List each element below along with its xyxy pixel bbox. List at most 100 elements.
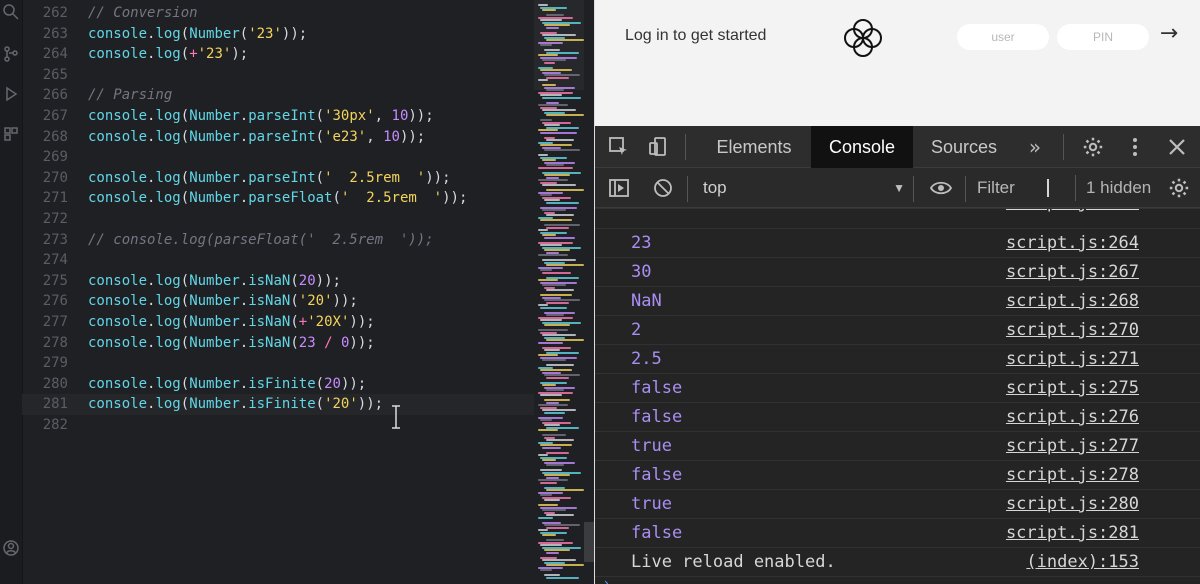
code-line[interactable]: 278 console.log(Number.isNaN(23 / 0));	[22, 333, 534, 354]
code-line[interactable]: 267 console.log(Number.parseInt('30px', 1…	[22, 106, 534, 127]
console-source-link[interactable]: script.js:263	[1006, 208, 1139, 218]
editor-scrollbar[interactable]	[584, 0, 594, 584]
console-message[interactable]: 30 script.js:267	[595, 258, 1200, 287]
code-line[interactable]: 269	[22, 147, 534, 168]
arrow-right-icon[interactable]: →	[1157, 22, 1181, 46]
minimap-line	[540, 269, 552, 271]
console-message[interactable]: false script.js:278	[595, 461, 1200, 490]
tab-elements[interactable]: Elements	[699, 126, 809, 168]
code-token: // Conversion	[88, 5, 198, 21]
console-source-link[interactable]: script.js:268	[1006, 287, 1139, 316]
eye-icon[interactable]	[929, 176, 953, 200]
code-line[interactable]: 268 console.log(Number.parseInt('e23', 10…	[22, 127, 534, 148]
tab-console[interactable]: Console	[811, 126, 913, 168]
hidden-count[interactable]: 1 hidden	[1075, 175, 1167, 201]
console-message[interactable]: false script.js:281	[595, 519, 1200, 548]
console-source-link[interactable]: script.js:277	[1006, 432, 1139, 461]
vertical-dots-icon[interactable]	[1123, 135, 1147, 159]
console-message[interactable]: 23 script.js:263	[595, 208, 1200, 229]
console-source-link[interactable]: (index):153	[1026, 548, 1139, 577]
console-message[interactable]: Live reload enabled. (index):153	[595, 548, 1200, 577]
inspect-icon[interactable]	[607, 135, 631, 159]
console-message[interactable]: true script.js:277	[595, 432, 1200, 461]
minimap-line	[538, 129, 558, 131]
code-line[interactable]: 271 console.log(Number.parseFloat(' 2.5re…	[22, 188, 534, 209]
minimap-line	[540, 19, 562, 21]
code-token: log	[155, 169, 181, 186]
code-line[interactable]: 274	[22, 250, 534, 271]
clear-console-icon[interactable]	[651, 176, 675, 200]
run-debug-icon[interactable]	[1, 84, 21, 104]
console-message[interactable]: false script.js:276	[595, 403, 1200, 432]
console-source-link[interactable]: script.js:264	[1006, 229, 1139, 258]
console-message[interactable]: false script.js:275	[595, 374, 1200, 403]
console-message[interactable]: 2.5 script.js:271	[595, 345, 1200, 374]
code-line[interactable]: 265	[22, 65, 534, 86]
console-prompt-icon[interactable]: ›	[604, 576, 618, 584]
minimap-line	[544, 236, 575, 239]
minimap-line	[542, 434, 566, 436]
code-token: ));	[349, 314, 375, 330]
console-source-link[interactable]: script.js:275	[1006, 374, 1139, 403]
code-line[interactable]: 266 // Parsing	[22, 85, 534, 106]
console-source-link[interactable]: script.js:271	[1006, 345, 1139, 374]
user-input[interactable]	[957, 24, 1049, 50]
console-message[interactable]: 2 script.js:270	[595, 316, 1200, 345]
minimap[interactable]	[534, 0, 586, 584]
extensions-icon[interactable]	[1, 124, 21, 144]
code-token: log	[155, 25, 181, 42]
code-token: (	[315, 108, 325, 124]
minimap-line	[542, 159, 556, 161]
line-number: 280	[42, 375, 68, 392]
code-token: ,	[366, 128, 384, 145]
code-line[interactable]: 272	[22, 209, 534, 230]
sidebar-toggle-icon[interactable]	[607, 176, 631, 200]
code-line[interactable]: 281 console.log(Number.isFinite('20'));	[22, 394, 534, 415]
code-line[interactable]: 270 console.log(Number.parseInt(' 2.5rem …	[22, 168, 534, 189]
console-source-link[interactable]: script.js:280	[1006, 490, 1139, 519]
device-toolbar-icon[interactable]	[647, 135, 671, 159]
code-line[interactable]: 276 console.log(Number.isNaN('20'));	[22, 291, 534, 312]
account-icon[interactable]	[1, 538, 21, 558]
console-message[interactable]: 23 script.js:264	[595, 229, 1200, 258]
code-line[interactable]: 263 console.log(Number('23'));	[22, 24, 534, 45]
minimap-line	[544, 574, 560, 576]
code-lines[interactable]: 262// Conversion 263 console.log(Number('2…	[22, 0, 534, 584]
double-chevron-right-icon[interactable]: »	[1023, 135, 1047, 159]
minimap-line	[542, 509, 566, 511]
console-source-link[interactable]: script.js:270	[1006, 316, 1139, 345]
code-line[interactable]: 273 // console.log(parseFloat(' 2.5rem ')…	[22, 230, 534, 251]
search-icon[interactable]	[1, 2, 21, 22]
code-line[interactable]: 264 console.log(+'23');	[22, 44, 534, 65]
minimap-line	[538, 329, 568, 331]
tabbar-divider	[685, 134, 686, 160]
minimap-line	[540, 444, 572, 446]
gear-icon[interactable]	[1081, 135, 1105, 159]
code-line[interactable]: 275 console.log(Number.isNaN(20));	[22, 271, 534, 292]
code-line[interactable]: 279	[22, 353, 534, 374]
code-line[interactable]: 262 // Conversion	[22, 3, 534, 24]
code-line[interactable]: 280 console.log(Number.isFinite(20));	[22, 374, 534, 395]
filter-input[interactable]	[977, 175, 1043, 201]
console-source-link[interactable]: script.js:276	[1006, 403, 1139, 432]
pin-input[interactable]	[1057, 24, 1149, 50]
code-token: log	[155, 375, 181, 392]
source-control-icon[interactable]	[1, 44, 21, 64]
code-line[interactable]: 282	[22, 415, 534, 436]
console-source-link[interactable]: script.js:281	[1006, 519, 1139, 548]
code-line[interactable]: 277 console.log(Number.isNaN(+'20X'));	[22, 312, 534, 333]
console-output[interactable]: › 23 script.js:263 23 script.js:264 30 script…	[595, 208, 1200, 584]
console-message[interactable]: true script.js:280	[595, 490, 1200, 519]
close-icon[interactable]	[1165, 135, 1189, 159]
code-text: // Conversion	[88, 3, 198, 24]
minimap-line	[542, 334, 576, 336]
editor-scrollbar-thumb[interactable]	[584, 522, 594, 562]
minimap-line	[538, 529, 548, 531]
console-message[interactable]: NaN script.js:268	[595, 287, 1200, 316]
code-token: .	[239, 396, 249, 413]
console-source-link[interactable]: script.js:267	[1006, 258, 1139, 287]
tab-sources[interactable]: Sources	[915, 126, 1013, 168]
settings-icon[interactable]	[1167, 176, 1191, 200]
console-source-link[interactable]: script.js:278	[1006, 461, 1139, 490]
context-selector[interactable]: top ▼	[699, 175, 905, 201]
